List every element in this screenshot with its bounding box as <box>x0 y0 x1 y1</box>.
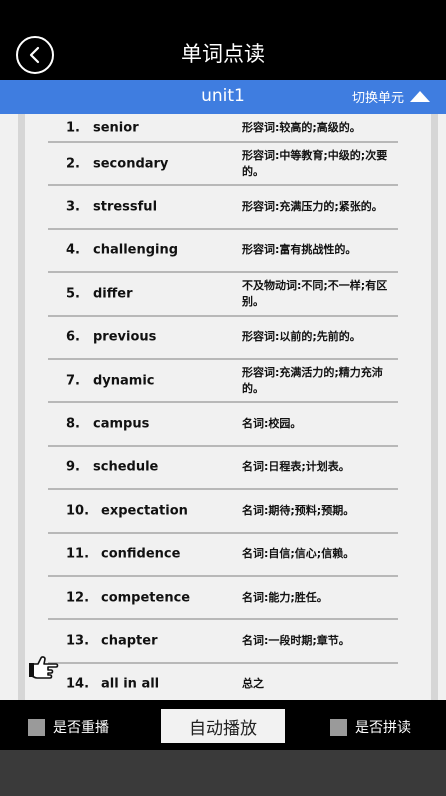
word-row[interactable]: 3. stressful 形容词:充满压力的;紧张的。 <box>48 186 398 230</box>
word-definition: 形容词:以前的;先前的。 <box>242 330 361 344</box>
spell-checkbox[interactable]: 是否拼读 <box>330 717 411 737</box>
bottom-control-bar: 是否重播 自动播放 是否拼读 <box>0 700 446 750</box>
word-row[interactable]: 12. competence 名词:能力;胜任。 <box>48 577 398 621</box>
switch-unit-label: 切换单元 <box>351 91 404 106</box>
word-number: 6. <box>66 329 80 345</box>
repeat-label: 是否重播 <box>53 720 109 736</box>
word-text: competence <box>101 590 191 606</box>
word-number: 11. <box>66 546 90 562</box>
word-definition: 总之 <box>242 677 264 691</box>
word-row[interactable]: 1. senior 形容词:较高的;高级的。 <box>48 114 398 143</box>
word-number: 8. <box>66 416 80 432</box>
word-number: 13. <box>66 633 90 649</box>
word-text: stressful <box>93 199 158 215</box>
word-definition: 形容词:充满压力的;紧张的。 <box>242 200 383 214</box>
word-text: campus <box>93 416 150 432</box>
word-text: chapter <box>101 633 158 649</box>
word-number: 9. <box>66 459 80 475</box>
word-row[interactable]: 5. differ 不及物动词:不同;不一样;有区别。 <box>48 273 398 317</box>
system-nav-bar <box>0 750 446 796</box>
word-text: confidence <box>101 546 181 562</box>
word-number: 1. <box>66 120 80 135</box>
word-definition: 形容词:较高的;高级的。 <box>242 120 361 134</box>
word-row[interactable]: 9. schedule 名词:日程表;计划表。 <box>48 447 398 491</box>
pointing-hand-icon <box>29 656 59 679</box>
word-number: 2. <box>66 156 80 172</box>
word-definition: 形容词:富有挑战性的。 <box>242 243 357 257</box>
page-title: 单词点读 <box>181 42 265 66</box>
app-root: 单词点读 unit1 切换单元 1. senior 形容词:较高的;高级的。 2. se… <box>0 0 446 796</box>
word-text: schedule <box>93 459 159 475</box>
word-text: previous <box>93 329 157 345</box>
word-row[interactable]: 13. chapter 名词:一段时期;章节。 <box>48 620 398 664</box>
triangle-up-icon <box>410 91 430 102</box>
word-row[interactable]: 11. confidence 名词:自信;信心;信赖。 <box>48 534 398 577</box>
word-list-panel[interactable]: 1. senior 形容词:较高的;高级的。 2. secondary 形容词:中等教育;… <box>0 114 446 700</box>
checkbox-box <box>330 718 347 736</box>
list-rail-left <box>18 114 25 700</box>
list-rail-right <box>431 114 438 700</box>
word-text: challenging <box>93 242 179 258</box>
spell-label: 是否拼读 <box>355 720 411 736</box>
word-definition: 名词:自信;信心;信赖。 <box>242 547 355 561</box>
word-number: 3. <box>66 199 80 215</box>
word-text: dynamic <box>93 373 155 389</box>
word-number: 7. <box>66 373 80 389</box>
auto-play-button[interactable]: 自动播放 <box>161 709 285 743</box>
word-row[interactable]: 6. previous 形容词:以前的;先前的。 <box>48 317 398 360</box>
word-text: secondary <box>93 156 169 172</box>
repeat-checkbox[interactable]: 是否重播 <box>28 717 109 737</box>
word-row[interactable]: 2. secondary 形容词:中等教育;中级的;次要的。 <box>48 143 398 187</box>
word-definition: 名词:期待;预料;预期。 <box>242 503 355 517</box>
unit-bar: unit1 切换单元 <box>0 80 446 114</box>
word-row[interactable]: 10. expectation 名词:期待;预料;预期。 <box>48 490 398 534</box>
word-definition: 形容词:充满活力的;精力充沛的。 <box>242 365 383 395</box>
word-row[interactable]: 7. dynamic 形容词:充满活力的;精力充沛的。 <box>48 360 398 404</box>
word-text: differ <box>93 286 133 302</box>
switch-unit-button[interactable]: 切换单元 <box>352 87 430 106</box>
word-text: expectation <box>101 503 188 519</box>
word-text: all in all <box>101 676 160 692</box>
word-definition: 名词:能力;胜任。 <box>242 590 328 604</box>
word-definition: 形容词:中等教育;中级的;次要的。 <box>242 148 388 178</box>
word-definition: 名词:日程表;计划表。 <box>242 460 350 474</box>
word-definition: 名词:校园。 <box>242 417 302 431</box>
word-list: 1. senior 形容词:较高的;高级的。 2. secondary 形容词:中等教育;… <box>48 114 398 700</box>
word-text: senior <box>93 120 139 135</box>
word-number: 10. <box>66 503 90 519</box>
word-definition: 不及物动词:不同;不一样;有区别。 <box>242 278 388 308</box>
word-number: 4. <box>66 242 80 258</box>
word-number: 14. <box>66 676 90 692</box>
word-number: 5. <box>66 286 80 302</box>
word-number: 12. <box>66 590 90 606</box>
word-row[interactable]: 8. campus 名词:校园。 <box>48 403 398 447</box>
word-row[interactable]: 4. challenging 形容词:富有挑战性的。 <box>48 230 398 274</box>
word-row[interactable]: 14. all in all 总之 <box>48 664 398 700</box>
word-definition: 名词:一段时期;章节。 <box>242 633 350 647</box>
header: 单词点读 <box>0 0 446 80</box>
checkbox-box <box>28 718 45 736</box>
